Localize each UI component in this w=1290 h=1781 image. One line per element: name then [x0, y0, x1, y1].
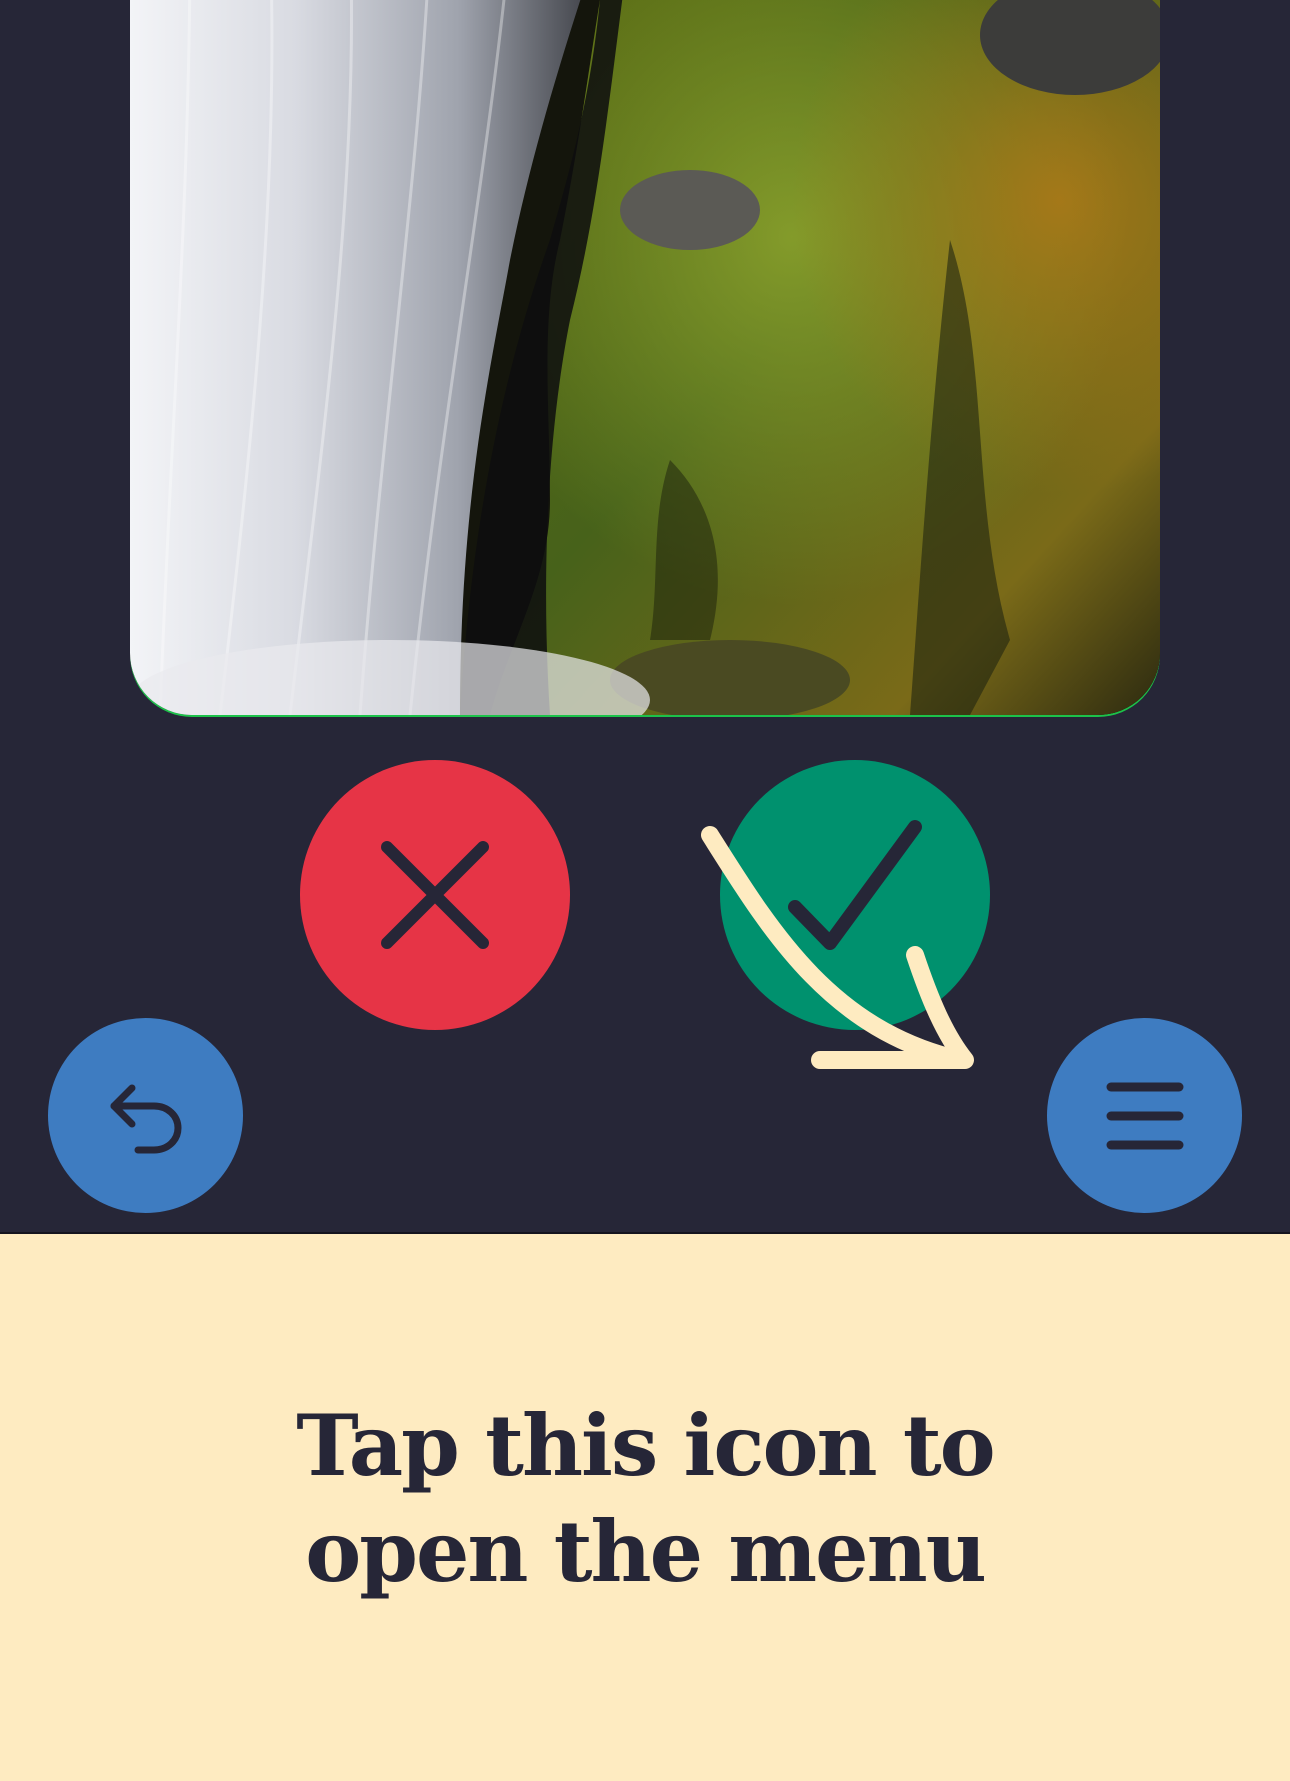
checkmark-icon: [788, 820, 922, 950]
reject-button[interactable]: [300, 760, 570, 1030]
accept-button[interactable]: [720, 760, 990, 1030]
tip-message: Tap this icon to open the menu: [235, 1393, 1055, 1605]
undo-icon: [110, 1084, 182, 1153]
tip-line-1: Tap this icon to: [296, 1395, 995, 1495]
app-screen: [0, 0, 1290, 1232]
menu-button[interactable]: [1047, 1018, 1242, 1213]
close-icon: [381, 841, 489, 949]
waterfall-photo: [130, 0, 1160, 715]
tip-panel: Tap this icon to open the menu: [0, 1232, 1290, 1781]
tip-line-2: open the menu: [305, 1501, 987, 1601]
checkmark-icon-stroke: [788, 820, 922, 950]
photo-card[interactable]: [130, 0, 1160, 715]
undo-button[interactable]: [48, 1018, 243, 1213]
hamburger-menu-icon: [1106, 1082, 1183, 1149]
